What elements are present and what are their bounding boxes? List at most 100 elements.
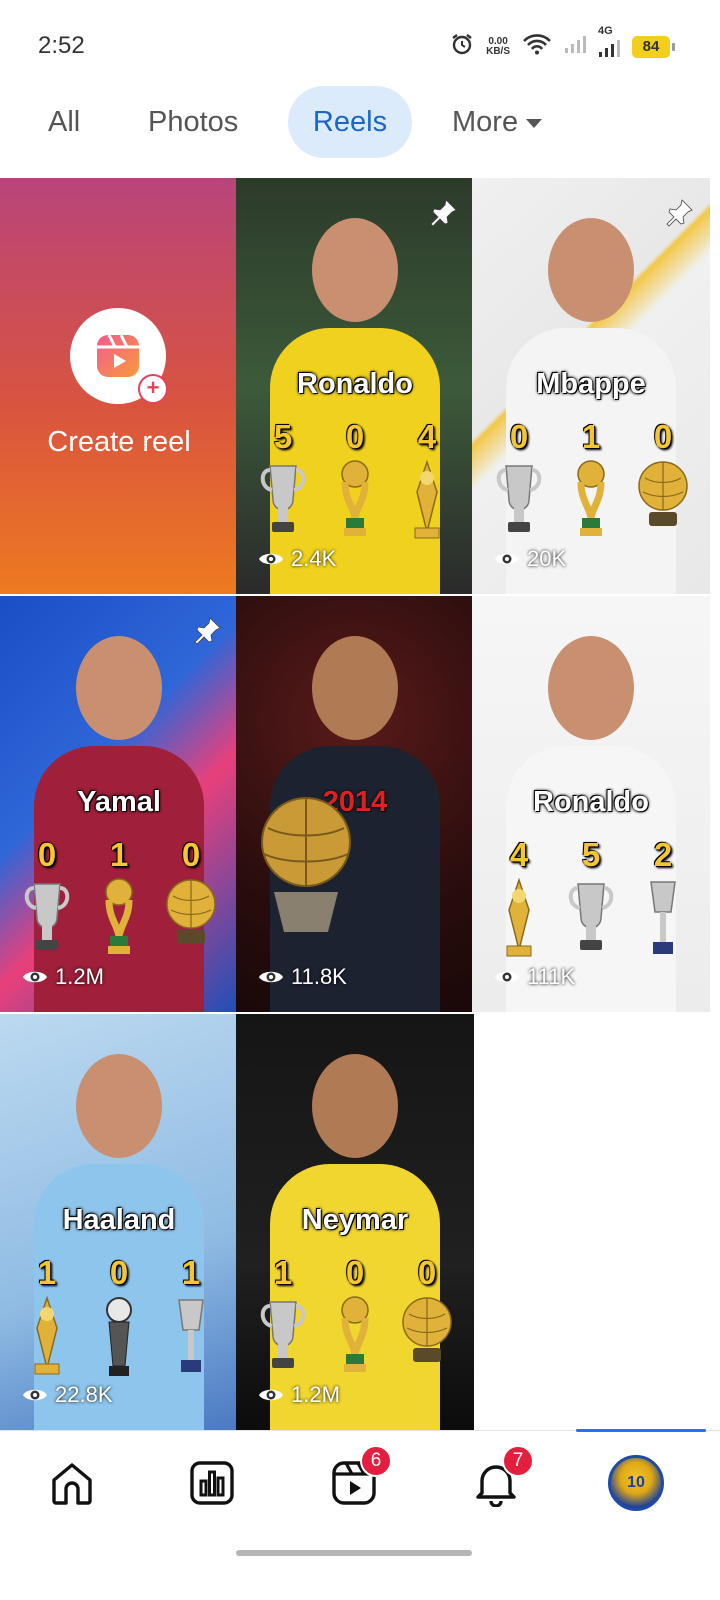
trophy-stat: 0 bbox=[90, 1254, 148, 1387]
nav-dashboard[interactable] bbox=[180, 1451, 244, 1515]
eye-icon bbox=[259, 971, 283, 983]
eye-icon bbox=[495, 971, 519, 983]
trophy-count: 0 bbox=[109, 1254, 129, 1291]
eye-icon bbox=[259, 553, 283, 565]
champions-league-trophy-icon bbox=[494, 458, 544, 543]
champions-league-trophy-icon bbox=[258, 458, 308, 543]
trophy-stat: 0 bbox=[18, 836, 76, 965]
view-count-value: 1.2M bbox=[55, 964, 104, 989]
view-count: 22.8K bbox=[22, 1382, 113, 1408]
trophy-count: 1 bbox=[581, 418, 601, 455]
world-cup-trophy-icon bbox=[97, 876, 141, 965]
view-count: 1.2M bbox=[22, 964, 104, 990]
trophy-stat: 1 bbox=[90, 836, 148, 965]
trophy-count: 0 bbox=[653, 418, 673, 455]
reel-card[interactable]: Haaland 1 0 1 22.8K bbox=[0, 1014, 238, 1430]
tab-reels[interactable]: Reels bbox=[288, 86, 412, 158]
trophy-row: 0 1 0 bbox=[490, 418, 692, 547]
reel-card[interactable]: Yamal 0 1 0 1.2M bbox=[0, 596, 238, 1012]
home-icon bbox=[52, 1463, 92, 1505]
nav-profile[interactable]: 10 bbox=[604, 1451, 668, 1515]
trophy-count: 0 bbox=[181, 836, 201, 873]
player-name: Neymar bbox=[301, 1204, 409, 1236]
super-cup-trophy-icon bbox=[643, 876, 683, 965]
tab-all[interactable]: All bbox=[24, 86, 104, 158]
trophy-row: 0 1 0 bbox=[18, 836, 220, 965]
avatar: 10 bbox=[608, 1455, 664, 1511]
view-count: 11.8K bbox=[258, 964, 347, 990]
trophy-stat: 1 bbox=[562, 418, 620, 547]
nav-reels[interactable]: 6 bbox=[322, 1445, 392, 1515]
trophy-stat: 0 bbox=[326, 1254, 384, 1383]
trophy-stat: 1 bbox=[18, 1254, 76, 1387]
trophy-count: 1 bbox=[181, 1254, 201, 1291]
net-speed-unit: KB/S bbox=[486, 45, 510, 57]
trophy-count: 4 bbox=[417, 418, 437, 455]
battery-indicator: 84 bbox=[632, 35, 675, 58]
trophy-stat: 1 bbox=[254, 1254, 312, 1383]
status-bar: 2:52 0.00 KB/S 4G 84 bbox=[0, 0, 720, 90]
trophy-row: 5 0 4 bbox=[254, 418, 456, 547]
create-reel-card[interactable]: + Create reel bbox=[0, 178, 238, 594]
trophy-count: 0 bbox=[345, 1254, 365, 1291]
reel-card[interactable]: Ronaldo 4 5 2 111K bbox=[472, 596, 710, 1012]
eye-icon bbox=[495, 553, 519, 565]
trophy-stat: 2 bbox=[634, 836, 692, 965]
view-count-value: 2.4K bbox=[291, 546, 337, 571]
reel-card[interactable]: Neymar 1 0 0 1.2M bbox=[236, 1014, 474, 1430]
trophy-count: 0 bbox=[37, 836, 57, 873]
bottom-nav: 6 7 10 bbox=[0, 1429, 720, 1550]
player-head bbox=[312, 1054, 398, 1158]
ballon-dor-trophy-icon bbox=[256, 792, 356, 947]
trophy-count: 0 bbox=[345, 418, 365, 455]
status-time: 2:52 bbox=[38, 32, 85, 59]
home-indicator bbox=[236, 1550, 472, 1556]
nav-notifications[interactable]: 7 bbox=[464, 1445, 534, 1515]
trophy-stat: 5 bbox=[254, 418, 312, 547]
view-count-value: 11.8K bbox=[291, 964, 347, 989]
trophy-count: 0 bbox=[417, 1254, 437, 1291]
player-name: Ronaldo bbox=[533, 786, 649, 818]
player-head bbox=[312, 218, 398, 322]
nav-home[interactable] bbox=[40, 1451, 104, 1515]
filter-tabs: All Photos Reels More bbox=[0, 86, 720, 160]
net-speed-value: 0.00 bbox=[488, 35, 508, 47]
world-cup-trophy-icon bbox=[569, 458, 613, 547]
caret-down-icon bbox=[526, 119, 543, 128]
trophy-count: 1 bbox=[273, 1254, 293, 1291]
view-count: 20K bbox=[494, 546, 566, 572]
ballon-dor-trophy-icon bbox=[163, 876, 219, 953]
player-head bbox=[312, 636, 398, 740]
create-reel-label: Create reel bbox=[47, 426, 191, 458]
reels-badge: 6 bbox=[360, 1445, 392, 1477]
trophy-stat: 0 bbox=[490, 418, 548, 547]
pin-icon bbox=[192, 616, 222, 651]
player-head bbox=[548, 636, 634, 740]
trophy-count: 1 bbox=[37, 1254, 57, 1291]
trophy-row: 1 0 1 bbox=[18, 1254, 220, 1387]
view-count: 111K bbox=[494, 964, 575, 990]
trophy-stat: 5 bbox=[562, 836, 620, 965]
signal-4g-icon: 4G bbox=[598, 25, 620, 60]
eye-icon bbox=[23, 971, 47, 983]
trophy-count: 5 bbox=[581, 836, 601, 873]
notifications-badge: 7 bbox=[502, 1445, 534, 1477]
view-count: 1.2M bbox=[258, 1382, 340, 1408]
tab-more[interactable]: More bbox=[428, 86, 566, 158]
club-world-cup-trophy-icon bbox=[407, 458, 447, 547]
super-cup-trophy-icon bbox=[171, 1294, 211, 1383]
trophy-stat: 4 bbox=[490, 836, 548, 965]
ballon-dor-trophy-icon bbox=[635, 458, 691, 535]
champions-league-trophy-icon bbox=[566, 876, 616, 961]
dashboard-icon bbox=[190, 1461, 234, 1505]
ballon-dor-trophy-icon bbox=[399, 1294, 455, 1371]
tab-photos[interactable]: Photos bbox=[124, 86, 262, 158]
reel-card[interactable]: Ronaldo 5 0 4 2.4K bbox=[236, 178, 474, 594]
player-name: Haaland bbox=[62, 1204, 176, 1236]
club-world-cup-trophy-icon bbox=[27, 1294, 67, 1383]
reel-card[interactable]: Mbappe 0 1 0 20K bbox=[472, 178, 710, 594]
pin-icon bbox=[428, 198, 458, 233]
world-cup-trophy-icon bbox=[333, 458, 377, 547]
signal-weak-icon bbox=[564, 35, 586, 58]
reel-card[interactable]: 2014 11.8K bbox=[236, 596, 474, 1012]
